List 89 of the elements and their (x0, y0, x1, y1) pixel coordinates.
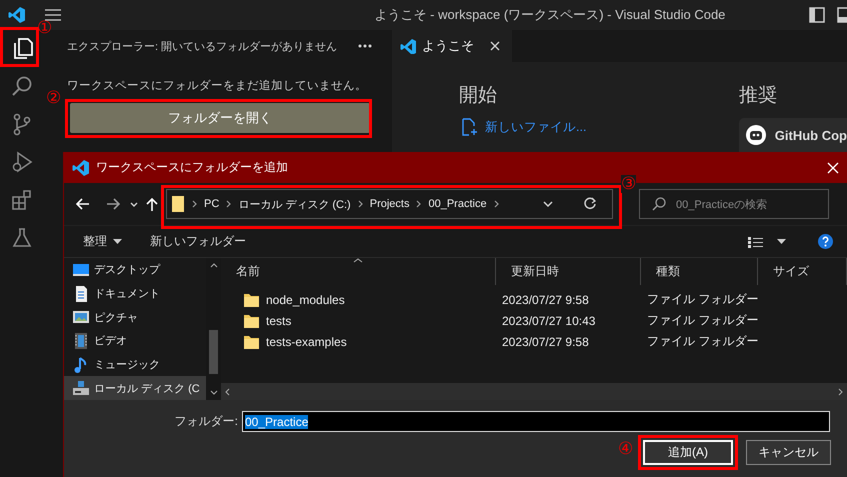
dropdown-caret-icon[interactable] (777, 239, 786, 244)
scroll-up-icon (210, 263, 218, 268)
more-icon[interactable] (358, 44, 372, 48)
menu-icon[interactable] (45, 9, 61, 21)
file-name[interactable]: node_modules (266, 292, 345, 306)
chevron-right-icon (494, 200, 499, 208)
chevron-right-icon (226, 200, 232, 208)
nav-pane-item[interactable]: ローカル ディスク (C (64, 376, 206, 400)
column-header[interactable]: 名前 (236, 263, 260, 280)
window-title: ようこそ - workspace (ワークスペース) - Visual Studio Code (374, 6, 726, 24)
callout-number: ④ (618, 440, 634, 458)
back-arrow-icon[interactable] (76, 198, 90, 210)
editor-tab[interactable]: ようこそ (392, 30, 512, 62)
address-bar[interactable]: PC ローカル ディスク (C:) Projects 00_Practice (166, 189, 613, 219)
view-options-icon[interactable] (747, 236, 763, 248)
folder-field[interactable]: 00_Practice (242, 411, 830, 432)
up-arrow-icon[interactable] (146, 197, 158, 211)
new-folder-button[interactable]: 新しいフォルダー (150, 233, 246, 250)
blocks-icon[interactable] (10, 188, 34, 212)
new-file-icon (461, 118, 477, 136)
folder-icon (171, 195, 185, 213)
scroll-down-icon (210, 390, 218, 395)
modified-date: 2023/07/27 9:58 (502, 334, 589, 348)
explorer-title: エクスプローラー: 開いているフォルダーがありません (67, 40, 338, 54)
file-type: ファイル フォルダー (647, 291, 758, 308)
nav-pane-item[interactable]: ミュージック (64, 352, 206, 376)
callout-frame (0, 27, 39, 67)
file-type: ファイル フォルダー (647, 312, 758, 329)
vscode-logo-icon (72, 158, 90, 176)
card-title: GitHub Cop (774, 128, 847, 142)
scrollbar-thumb[interactable] (209, 330, 218, 374)
play-bug-icon[interactable] (10, 150, 34, 174)
dropdown-caret-icon[interactable] (543, 201, 553, 207)
search-icon (652, 197, 666, 211)
file-type: ファイル フォルダー (647, 333, 758, 350)
open-folder-button[interactable]: フォルダーを開く (70, 103, 370, 133)
folder-label: フォルダー: (174, 413, 239, 430)
search-field[interactable]: 00_Practiceの検索 (639, 189, 829, 219)
horizontal-scrollbar[interactable] (221, 383, 847, 400)
search-icon[interactable] (10, 74, 34, 98)
callout-number: ② (46, 89, 62, 107)
file-name[interactable]: tests-examples (266, 334, 347, 348)
modified-date: 2023/07/27 10:43 (502, 314, 596, 328)
folder-icon (243, 291, 260, 308)
forward-arrow-icon[interactable] (106, 198, 120, 210)
refresh-icon[interactable] (583, 197, 597, 211)
chevron-right-icon (358, 200, 363, 208)
folder-icon (243, 312, 260, 329)
nav-pane-item[interactable]: ビデオ (64, 329, 206, 353)
column-header[interactable]: 更新日時 (511, 263, 559, 280)
dropdown-caret-icon (113, 239, 122, 244)
layout-sidebar-icon[interactable] (809, 7, 825, 23)
modified-date: 2023/07/27 9:58 (502, 292, 589, 306)
nav-pane-item[interactable]: ドキュメント (64, 282, 206, 306)
drive-icon (72, 379, 90, 398)
close-icon[interactable] (490, 41, 500, 51)
file-name[interactable]: tests (266, 314, 292, 328)
callout-number: ① (37, 19, 52, 37)
dialog-title: ワークスペースにフォルダーを追加 (96, 159, 289, 176)
callout-number: ③ (621, 175, 636, 193)
film-icon (72, 332, 90, 350)
chevron-right-icon (192, 200, 197, 208)
sort-caret-icon (353, 258, 363, 263)
breadcrumb-item[interactable]: 00_Practice (428, 198, 487, 210)
add-button[interactable]: 追加(A) (643, 440, 733, 465)
column-header[interactable]: 種類 (656, 263, 680, 280)
help-icon[interactable] (818, 234, 833, 249)
nav-pane-item[interactable]: デスクトップ (64, 258, 206, 282)
scroll-right-icon (838, 388, 843, 396)
recommended-heading: 推奨 (738, 84, 778, 108)
breadcrumb-item[interactable]: Projects (370, 198, 410, 210)
copilot-icon (744, 124, 767, 146)
recent-caret-icon[interactable] (130, 202, 138, 206)
vscode-logo-icon (8, 6, 26, 24)
empty-workspace-message: ワークスペースにフォルダーをまだ追加していません。 (67, 78, 368, 93)
layout-panel-icon[interactable] (837, 7, 847, 23)
column-header[interactable]: サイズ (773, 263, 809, 280)
cancel-button[interactable]: キャンセル (746, 440, 831, 465)
scroll-left-icon (225, 388, 230, 396)
folder-icon (243, 333, 260, 350)
organize-menu[interactable]: 整理 (83, 233, 107, 250)
flask-icon[interactable] (10, 226, 34, 250)
breadcrumb-item[interactable]: PC (204, 198, 220, 210)
nav-pane-item[interactable]: ピクチャ (64, 305, 206, 330)
chevron-right-icon (416, 200, 422, 208)
new-file-link[interactable]: 新しいファイル... (485, 118, 586, 136)
vscode-logo-icon (400, 38, 416, 54)
start-heading: 開始 (459, 84, 498, 108)
breadcrumb-item[interactable]: ローカル ディスク (C:) (238, 196, 351, 212)
